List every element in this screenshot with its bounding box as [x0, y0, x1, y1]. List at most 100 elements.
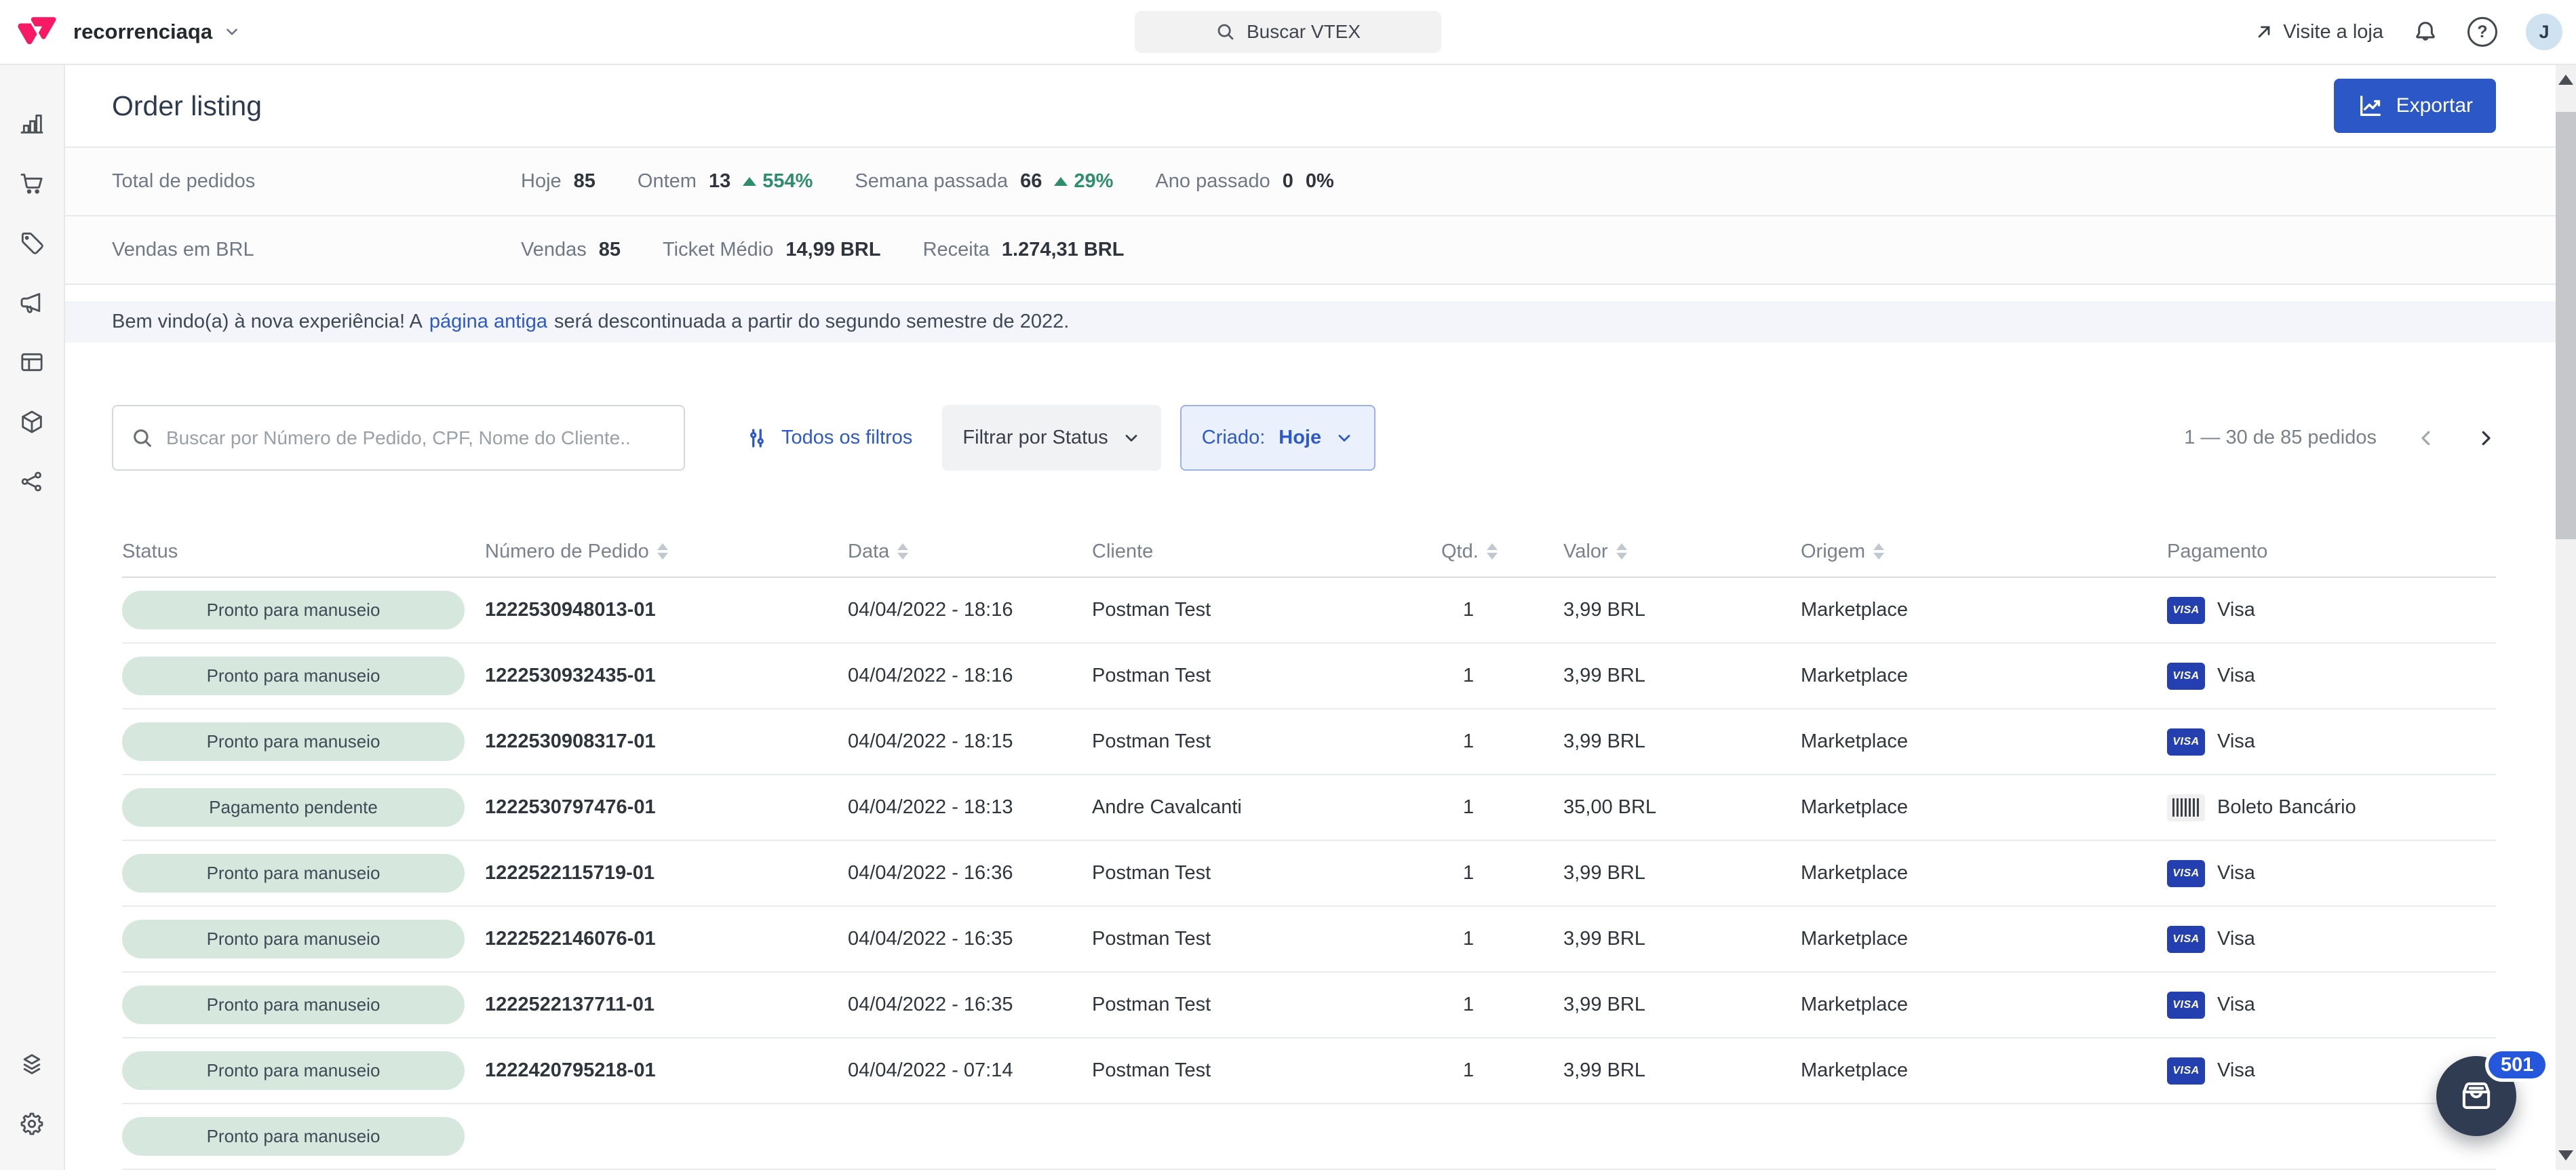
package-icon	[18, 408, 45, 435]
quantity-cell: 1	[1441, 730, 1563, 753]
stats-row-orders: Total de pedidos Hoje 85 Ontem 13 554% S	[65, 148, 2576, 216]
search-icon	[131, 427, 154, 450]
old-page-link[interactable]: página antiga	[429, 311, 547, 333]
notifications-button[interactable]	[2412, 18, 2439, 45]
metric-hoje: Hoje 85	[521, 170, 596, 193]
stats-metrics: Vendas 85 Ticket Médio 14,99 BRL Receita…	[521, 239, 1124, 261]
sort-icon	[897, 543, 908, 560]
payment-label: Visa	[2217, 599, 2255, 621]
bar-chart-icon	[18, 110, 45, 137]
order-search-box	[112, 405, 685, 471]
order-number-cell: 1222522146076-01	[485, 928, 848, 950]
topbar: recorrenciaqa Buscar VTEX Visite a loja …	[0, 0, 2576, 65]
status-badge: Pronto para manuseio	[122, 1117, 465, 1156]
help-button[interactable]: ?	[2467, 17, 2497, 47]
stats-row-label: Total de pedidos	[112, 170, 521, 193]
quantity-cell: 1	[1441, 1059, 1563, 1082]
global-search-label: Buscar VTEX	[1247, 21, 1361, 43]
column-header-origin[interactable]: Origem	[1801, 541, 2167, 563]
table-row[interactable]: Pronto para manuseio 1222530948013-01 04…	[122, 578, 2496, 644]
metric-vendas: Vendas 85	[521, 239, 621, 261]
vertical-scrollbar[interactable]	[2556, 65, 2576, 1170]
scroll-up-arrow-icon[interactable]	[2558, 75, 2573, 85]
table-row[interactable]: Pronto para manuseio 1222530932435-01 04…	[122, 644, 2496, 709]
status-badge: Pagamento pendente	[122, 788, 465, 827]
payment-label: Visa	[2217, 862, 2255, 884]
status-filter-dropdown[interactable]: Filtrar por Status	[942, 405, 1160, 471]
all-filters-button[interactable]: Todos os filtros	[745, 426, 912, 450]
stats-row-label: Vendas em BRL	[112, 239, 521, 261]
client-cell: Postman Test	[1092, 928, 1441, 950]
origin-cell: Marketplace	[1801, 928, 2167, 950]
stats-row-sales: Vendas em BRL Vendas 85 Ticket Médio 14,…	[65, 216, 2576, 285]
status-badge: Pronto para manuseio	[122, 986, 465, 1024]
sidebar-item-marketing[interactable]	[0, 273, 64, 332]
help-icon: ?	[2467, 17, 2497, 47]
scroll-down-arrow-icon[interactable]	[2558, 1150, 2573, 1161]
next-page-button[interactable]	[2476, 428, 2496, 448]
trend-up-delta: 554%	[743, 170, 813, 193]
sidebar-item-dashboard[interactable]	[0, 94, 64, 153]
order-table: Status Número de Pedido Data Cliente Qtd…	[122, 526, 2496, 1170]
date-cell: 04/04/2022 - 16:35	[848, 928, 1092, 950]
external-link-icon	[2255, 22, 2273, 41]
avatar[interactable]: J	[2526, 14, 2562, 50]
table-row[interactable]: Pronto para manuseio 1222522115719-01 04…	[122, 841, 2496, 907]
created-filter-prefix: Criado:	[1202, 427, 1266, 449]
column-header-quantity[interactable]: Qtd.	[1441, 541, 1563, 563]
export-button[interactable]: Exportar	[2334, 79, 2496, 133]
origin-cell: Marketplace	[1801, 796, 2167, 819]
order-search-input[interactable]	[166, 427, 666, 449]
origin-cell: Marketplace	[1801, 599, 2167, 621]
column-header-value[interactable]: Valor	[1563, 541, 1801, 563]
account-switcher[interactable]: recorrenciaqa	[73, 20, 241, 44]
visit-store-link[interactable]: Visite a loja	[2255, 21, 2383, 43]
page-header: Order listing Exportar	[65, 65, 2576, 148]
origin-cell: Marketplace	[1801, 994, 2167, 1016]
share-icon	[18, 468, 45, 495]
vtex-logo	[16, 12, 58, 52]
scrollbar-thumb[interactable]	[2556, 112, 2576, 539]
layers-icon	[18, 1051, 45, 1078]
sidebar-item-integrations[interactable]	[0, 452, 64, 511]
table-row[interactable]: Pronto para manuseio 1222522137711-01 04…	[122, 973, 2496, 1038]
sidebar-item-orders[interactable]	[0, 153, 64, 213]
table-row[interactable]: Pronto para manuseio 1222530908317-01 04…	[122, 709, 2496, 775]
filter-sliders-icon	[745, 426, 769, 450]
global-search-button[interactable]: Buscar VTEX	[1135, 11, 1441, 53]
metric-semana-passada: Semana passada 66 29%	[855, 170, 1113, 193]
order-number-cell: 1222530797476-01	[485, 796, 848, 819]
metric-receita: Receita 1.274,31 BRL	[923, 239, 1125, 261]
table-row[interactable]: Pronto para manuseio 1222420795218-01 04…	[122, 1038, 2496, 1104]
quantity-cell: 1	[1441, 796, 1563, 819]
order-number-cell: 1222522137711-01	[485, 994, 848, 1016]
sidebar-item-catalog[interactable]	[0, 392, 64, 452]
order-table-header: Status Número de Pedido Data Cliente Qtd…	[122, 526, 2496, 578]
created-filter-dropdown[interactable]: Criado: Hoje	[1180, 405, 1375, 471]
sidebar-item-apps[interactable]	[0, 1034, 64, 1094]
stats-section: Total de pedidos Hoje 85 Ontem 13 554% S	[65, 148, 2576, 285]
payment-cell: VISA Visa	[2167, 597, 2496, 624]
column-header-payment: Pagamento	[2167, 541, 2496, 563]
status-badge: Pronto para manuseio	[122, 854, 465, 893]
value-cell: 3,99 BRL	[1563, 994, 1801, 1016]
gear-icon	[18, 1110, 45, 1137]
sort-icon	[1487, 543, 1498, 560]
sidebar-item-promotions[interactable]	[0, 213, 64, 273]
pagination: 1 — 30 de 85 pedidos	[2184, 427, 2496, 449]
deprecation-banner: Bem vindo(a) à nova experiência! A págin…	[65, 301, 2556, 343]
value-cell: 3,99 BRL	[1563, 599, 1801, 621]
table-row[interactable]: Pronto para manuseio	[122, 1104, 2496, 1170]
sort-icon	[1616, 543, 1627, 560]
sidebar-item-settings[interactable]	[0, 1094, 64, 1154]
metric-ontem: Ontem 13 554%	[638, 170, 813, 193]
column-header-order-number[interactable]: Número de Pedido	[485, 541, 848, 563]
sidebar-item-storefront[interactable]	[0, 332, 64, 392]
table-row[interactable]: Pagamento pendente 1222530797476-01 04/0…	[122, 775, 2496, 841]
filters-toolbar: Todos os filtros Filtrar por Status Cria…	[65, 405, 2576, 471]
chevron-down-icon	[223, 23, 241, 41]
megaphone-icon	[18, 289, 45, 316]
previous-page-button[interactable]	[2416, 428, 2436, 448]
column-header-date[interactable]: Data	[848, 541, 1092, 563]
table-row[interactable]: Pronto para manuseio 1222522146076-01 04…	[122, 907, 2496, 973]
